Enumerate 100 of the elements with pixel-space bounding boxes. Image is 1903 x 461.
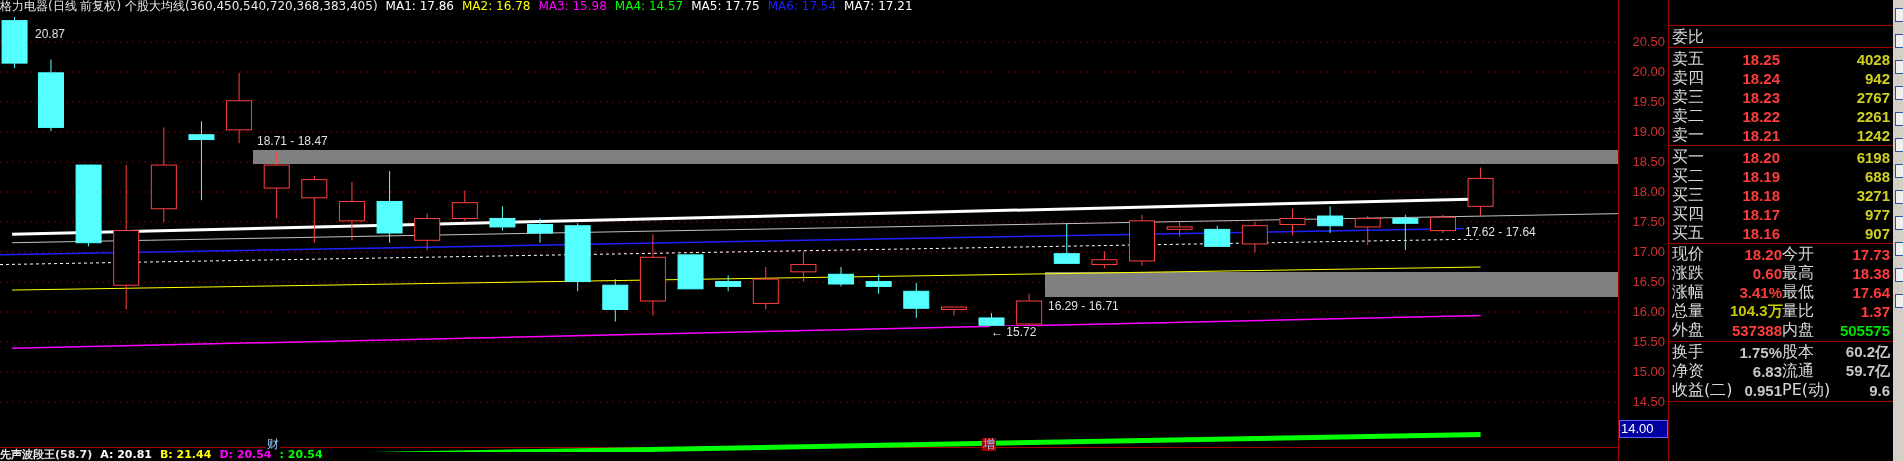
- quote-value: 18.20: [1743, 246, 1782, 263]
- order-volume: 907: [1863, 225, 1890, 242]
- candlestick: [1241, 221, 1268, 253]
- candlestick: [226, 72, 253, 144]
- candlestick: [414, 213, 441, 251]
- toolbar-icon[interactable]: [1895, 294, 1903, 308]
- candlestick: [1279, 208, 1306, 236]
- fundamental-label: PE(动): [1782, 380, 1832, 401]
- price-tick: 16.50: [1632, 275, 1665, 289]
- order-level-label: 卖一: [1672, 125, 1705, 146]
- event-marker[interactable]: 财: [266, 438, 280, 451]
- toolbar-icon[interactable]: [1895, 164, 1903, 178]
- order-volume: 4028: [1855, 51, 1890, 68]
- fundamental-value: 60.2亿: [1844, 343, 1890, 362]
- price-tick: 16.00: [1632, 305, 1665, 319]
- candlestick: [1053, 222, 1080, 264]
- candlestick: [1354, 215, 1381, 246]
- candlestick: [828, 266, 855, 287]
- event-marker[interactable]: 增: [982, 438, 996, 451]
- candlestick: [527, 217, 554, 244]
- price-tick: 19.00: [1632, 125, 1665, 139]
- order-price: 18.24: [1741, 70, 1780, 87]
- fundamental-value: 1.75%: [1738, 344, 1782, 361]
- candlestick: [1429, 214, 1456, 234]
- toolbar-icon[interactable]: [1895, 268, 1903, 282]
- order-volume: 942: [1863, 70, 1890, 87]
- candlestick: [301, 175, 328, 244]
- candlestick: [338, 181, 365, 241]
- toolbar-icon[interactable]: [1895, 86, 1903, 100]
- fundamental-label: 股本: [1782, 342, 1815, 362]
- toolbar-icon[interactable]: [1895, 190, 1903, 204]
- toolbar-icon[interactable]: [1895, 112, 1903, 126]
- cursor-price-label: 14.00: [1619, 420, 1668, 438]
- price-tick: 18.50: [1632, 155, 1665, 169]
- order-price: 18.16: [1741, 225, 1780, 242]
- fundamental-value: 6.83: [1751, 363, 1782, 380]
- order-price: 18.22: [1741, 108, 1780, 125]
- price-tick: 20.00: [1632, 65, 1665, 79]
- moving-average-value: MA4: 14.57: [614, 0, 684, 13]
- candlestick: [1166, 221, 1193, 238]
- order-volume: 2767: [1855, 89, 1890, 106]
- quote-label: 现价: [1672, 244, 1705, 265]
- candlestick: [451, 190, 478, 222]
- order-volume: 3271: [1855, 187, 1890, 204]
- candlestick: [1016, 293, 1043, 326]
- quote-value: 104.3万: [1730, 302, 1782, 321]
- toolbar-icon[interactable]: [1895, 216, 1903, 230]
- order-level-label: 卖三: [1672, 87, 1705, 108]
- quote-label: 最高: [1782, 263, 1815, 284]
- low-price-label: ← 15.72: [990, 326, 1038, 339]
- fundamental-label: 收益(二): [1672, 380, 1730, 401]
- quote-label: 涨跌: [1672, 263, 1705, 284]
- candlestick: [1467, 167, 1494, 217]
- candlestick: [1129, 214, 1155, 267]
- price-tick: 20.50: [1632, 35, 1665, 49]
- order-level-label: 卖四: [1672, 68, 1705, 89]
- toolbar-icon[interactable]: [1895, 60, 1903, 74]
- candlestick: [1, 16, 28, 69]
- indicator-value: A: 20.81: [100, 448, 152, 461]
- candlestick: [715, 275, 742, 292]
- candlestick: [489, 205, 516, 232]
- candlestick: [1317, 205, 1344, 234]
- price-tick: 17.50: [1632, 215, 1665, 229]
- order-level-label: 买三: [1672, 185, 1705, 206]
- fundamental-value: 59.7亿: [1844, 362, 1890, 381]
- toolbar-icon[interactable]: [1895, 34, 1903, 48]
- price-tick: 14.50: [1632, 395, 1665, 409]
- price-tick: 15.50: [1632, 335, 1665, 349]
- candlestick: [1392, 214, 1419, 251]
- order-price: 18.18: [1741, 187, 1780, 204]
- order-price: 18.20: [1741, 149, 1780, 166]
- order-volume: 688: [1863, 168, 1890, 185]
- quote-value: 17.73: [1851, 246, 1890, 263]
- order-volume: 1242: [1855, 127, 1890, 144]
- toolbar-icon[interactable]: [1895, 8, 1903, 22]
- toolbar-icon[interactable]: [1895, 138, 1903, 152]
- order-price: 18.21: [1741, 127, 1780, 144]
- moving-average-value: MA1: 17.86: [385, 0, 454, 13]
- moving-average-value: MA6: 17.54: [767, 0, 837, 13]
- order-level-label: 卖二: [1672, 106, 1705, 127]
- moving-average-value: MA5: 17.75: [691, 0, 760, 13]
- moving-average-value: MA2: 16.78: [462, 0, 531, 13]
- toolbar-icon[interactable]: [1895, 242, 1903, 256]
- quote-label: 最低: [1782, 282, 1815, 303]
- candlestick: [903, 282, 930, 319]
- candlestick: [263, 151, 290, 219]
- price-tick: 18.00: [1632, 185, 1665, 199]
- candlestick: [564, 222, 591, 292]
- quote-value: 505575: [1838, 322, 1890, 339]
- price-tick: 15.00: [1632, 365, 1665, 379]
- quote-label: 涨幅: [1672, 282, 1705, 303]
- fundamental-value: 0.951: [1743, 382, 1782, 399]
- quote-label: 今开: [1782, 244, 1815, 264]
- quote-label: 量比: [1782, 301, 1815, 322]
- order-price: 18.23: [1741, 89, 1780, 106]
- order-ratio-label: 委比: [1672, 27, 1705, 48]
- quote-value: 3.41%: [1738, 284, 1782, 301]
- quote-value: 17.64: [1851, 284, 1890, 301]
- candlestick: [602, 278, 629, 323]
- price-tick: 19.50: [1632, 95, 1665, 109]
